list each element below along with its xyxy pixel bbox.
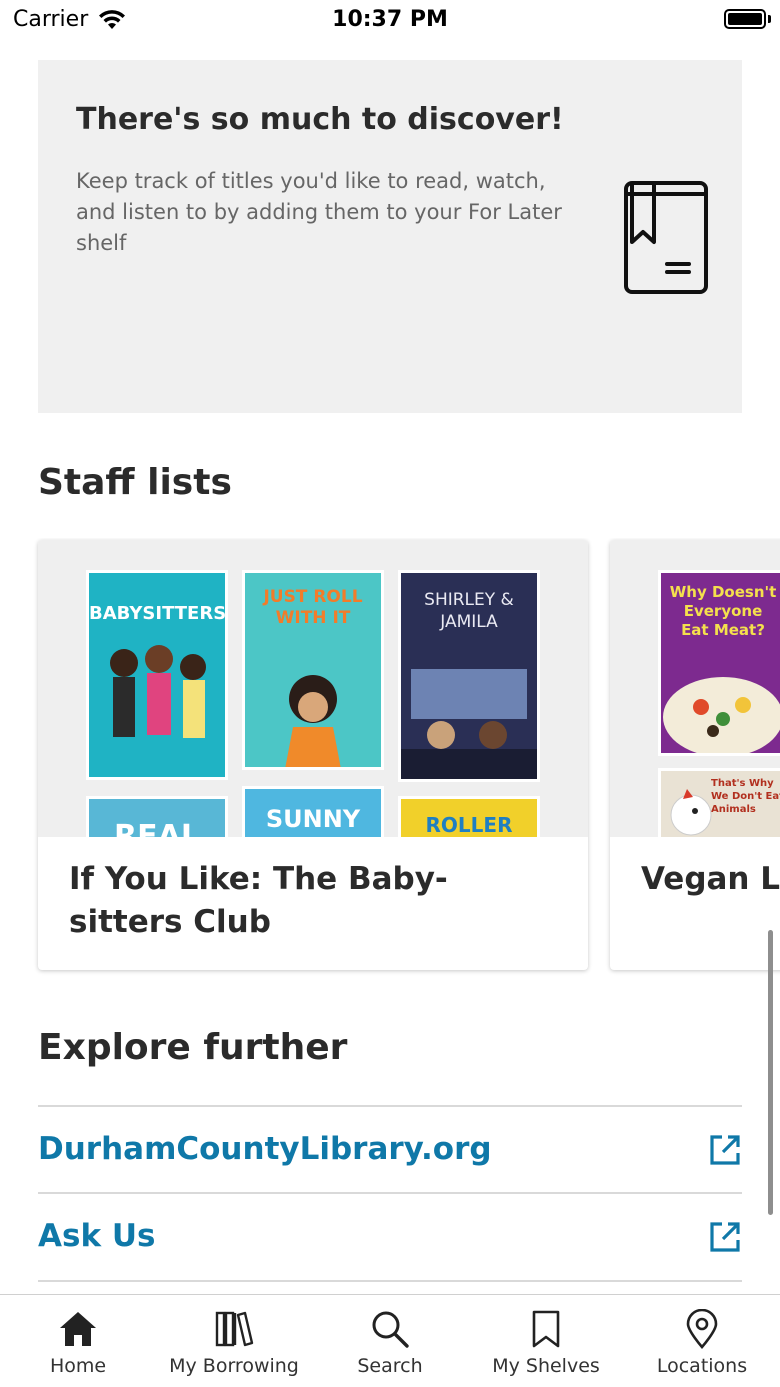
search-icon bbox=[372, 1311, 409, 1348]
book-cover: BABYSITTERS bbox=[86, 570, 228, 780]
staff-lists-heading: Staff lists bbox=[38, 462, 232, 503]
explore-link-label[interactable]: DurhamCountyLibrary.org bbox=[38, 1131, 492, 1167]
book-icon bbox=[624, 181, 708, 294]
for-later-promo-card[interactable]: There's so much to discover! Keep track … bbox=[38, 60, 742, 413]
tab-my-borrowing[interactable]: My Borrowing bbox=[156, 1295, 312, 1387]
bookmark-icon bbox=[532, 1310, 560, 1348]
tab-bar: Home My Borrowing Search My Shelves Loca… bbox=[0, 1294, 780, 1387]
book-cover: ROLLER GIRL bbox=[398, 796, 540, 837]
explore-link-ask-us[interactable]: Ask Us bbox=[38, 1192, 742, 1280]
status-bar: Carrier 10:37 PM bbox=[0, 0, 780, 40]
staff-list-title: If You Like: The Baby-sitters Club bbox=[69, 861, 448, 940]
tab-label: Locations bbox=[656, 1355, 748, 1377]
tab-locations[interactable]: Locations bbox=[624, 1295, 780, 1387]
location-pin-icon bbox=[686, 1309, 718, 1349]
cover-collage: Why Doesn't Everyone Eat Meat? That's Wh… bbox=[610, 540, 780, 837]
cover-illustration bbox=[285, 675, 341, 767]
cover-illustration bbox=[670, 789, 712, 836]
tab-label: My Borrowing bbox=[169, 1355, 299, 1377]
cover-illustration bbox=[401, 669, 537, 779]
explore-link-library-website[interactable]: DurhamCountyLibrary.org bbox=[38, 1105, 742, 1193]
tab-label: Home bbox=[49, 1355, 107, 1377]
book-cover: REAL bbox=[86, 796, 228, 837]
list-divider bbox=[38, 1280, 742, 1294]
book-cover: SHIRLEY & JAMILA bbox=[398, 570, 540, 782]
external-link-icon bbox=[710, 1135, 740, 1165]
explore-link-label[interactable]: Ask Us bbox=[38, 1218, 155, 1254]
staff-lists-carousel[interactable]: BABYSITTERS JUST ROLL WITH IT SHIRLEY & … bbox=[0, 538, 780, 978]
books-icon bbox=[215, 1311, 254, 1347]
tab-home[interactable]: Home bbox=[0, 1295, 156, 1387]
staff-list-card[interactable]: Why Doesn't Everyone Eat Meat? That's Wh… bbox=[610, 540, 780, 970]
battery-tip bbox=[768, 15, 771, 23]
tab-search[interactable]: Search bbox=[312, 1295, 468, 1387]
book-cover: Why Doesn't Everyone Eat Meat? bbox=[658, 570, 780, 756]
cover-collage: BABYSITTERS JUST ROLL WITH IT SHIRLEY & … bbox=[38, 540, 588, 837]
book-cover: That's Why We Don't Eat Animals bbox=[658, 768, 780, 837]
promo-title: There's so much to discover! bbox=[76, 102, 564, 137]
staff-list-card[interactable]: BABYSITTERS JUST ROLL WITH IT SHIRLEY & … bbox=[38, 540, 588, 970]
tab-label: My Shelves bbox=[492, 1355, 600, 1377]
scroll-indicator bbox=[768, 930, 773, 1215]
cover-illustration bbox=[663, 677, 780, 753]
explore-further-heading: Explore further bbox=[38, 1027, 348, 1068]
tab-label: Search bbox=[357, 1355, 423, 1377]
staff-list-title: Vegan Living bbox=[641, 861, 780, 897]
cover-illustration bbox=[110, 645, 206, 738]
promo-description: Keep track of titles you'd like to read,… bbox=[76, 169, 562, 255]
book-cover: JUST ROLL WITH IT bbox=[242, 570, 384, 770]
home-icon bbox=[60, 1312, 96, 1346]
external-link-icon bbox=[710, 1222, 740, 1252]
battery-icon bbox=[724, 9, 766, 29]
tab-my-shelves[interactable]: My Shelves bbox=[468, 1295, 624, 1387]
book-cover: SUNNY bbox=[242, 786, 384, 837]
status-time: 10:37 PM bbox=[332, 7, 448, 32]
